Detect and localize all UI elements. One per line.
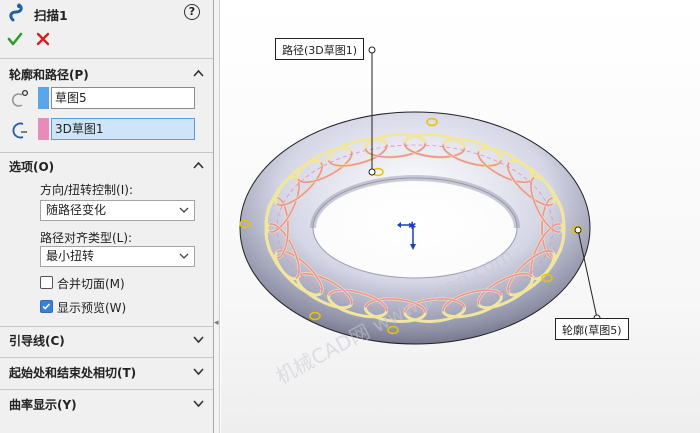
merge-faces-checkbox[interactable]: [40, 276, 53, 289]
divider: [0, 152, 213, 153]
chevron-down-icon[interactable]: [192, 397, 205, 410]
torus-sweep-preview[interactable]: ✱: [221, 0, 700, 433]
orientation-value: 随路径变化: [46, 203, 107, 217]
sweep-feature-icon: [9, 3, 23, 22]
graphics-viewport[interactable]: ✱ 路径(3D草图1) 轮廓(草图5) 机械CAD网 www.jxcad.com: [221, 0, 700, 433]
show-preview-label: 显示预览(W): [57, 301, 127, 315]
group-guide-curves[interactable]: 引导线(C): [0, 329, 213, 351]
path-leader-dot: [368, 168, 376, 176]
chevron-down-icon: [179, 253, 189, 259]
path-callout-label[interactable]: 路径(3D草图1): [275, 38, 365, 60]
help-icon[interactable]: ?: [184, 4, 200, 20]
profile-callout-label[interactable]: 轮廓(草图5): [555, 318, 629, 340]
group-curvature-display[interactable]: 曲率显示(Y): [0, 393, 213, 415]
group-profile-path[interactable]: 轮廓和路径(P): [0, 63, 213, 85]
sweep-property-manager: 扫描1 ? 轮廓和路径(P) 草图5 3D草图1 选项(O) 方向/扭转控制(I…: [0, 0, 214, 433]
profile-leader-dot: [574, 226, 582, 234]
profile-color-swatch: [38, 87, 49, 109]
divider: [0, 389, 213, 390]
ok-button[interactable]: [7, 31, 23, 47]
group-options-label: 选项(O): [9, 160, 55, 174]
chevron-up-icon[interactable]: [192, 67, 205, 80]
check-icon: [42, 303, 51, 310]
chevron-down-icon[interactable]: [192, 365, 205, 378]
group-curvature-label: 曲率显示(Y): [9, 398, 77, 412]
cancel-button[interactable]: [35, 31, 51, 47]
svg-text:✱: ✱: [408, 221, 416, 232]
show-preview-checkbox[interactable]: [40, 300, 53, 313]
group-tangency-label: 起始处和结束处相切(T): [9, 366, 137, 380]
panel-splitter[interactable]: ◂: [214, 0, 220, 433]
divider: [0, 58, 213, 59]
merge-faces-label: 合并切面(M): [57, 277, 125, 291]
path-callout-dot: [368, 46, 376, 54]
group-guide-curves-label: 引导线(C): [9, 334, 65, 348]
group-tangency[interactable]: 起始处和结束处相切(T): [0, 361, 213, 383]
property-manager-header: 扫描1 ?: [0, 0, 213, 26]
orientation-label: 方向/扭转控制(I):: [40, 183, 133, 197]
path-selection-box[interactable]: 3D草图1: [51, 118, 195, 140]
feature-title: 扫描1: [34, 8, 68, 23]
path-color-swatch: [38, 118, 49, 140]
chevron-down-icon[interactable]: [192, 333, 205, 346]
group-profile-path-label: 轮廓和路径(P): [9, 68, 89, 82]
alignment-label: 路径对齐类型(L):: [40, 231, 133, 245]
orientation-dropdown[interactable]: 随路径变化: [40, 200, 195, 221]
divider: [0, 326, 213, 327]
chevron-down-icon: [179, 207, 189, 213]
divider: [0, 357, 213, 358]
collapse-grip-icon[interactable]: ◂: [214, 318, 220, 332]
profile-selection-box[interactable]: 草图5: [51, 87, 195, 109]
profile-selector-icon: [11, 89, 29, 107]
alignment-dropdown[interactable]: 最小扭转: [40, 246, 195, 267]
chevron-up-icon[interactable]: [192, 159, 205, 172]
alignment-value: 最小扭转: [46, 249, 95, 263]
path-selector-icon: [12, 122, 27, 139]
group-options[interactable]: 选项(O): [0, 155, 213, 177]
